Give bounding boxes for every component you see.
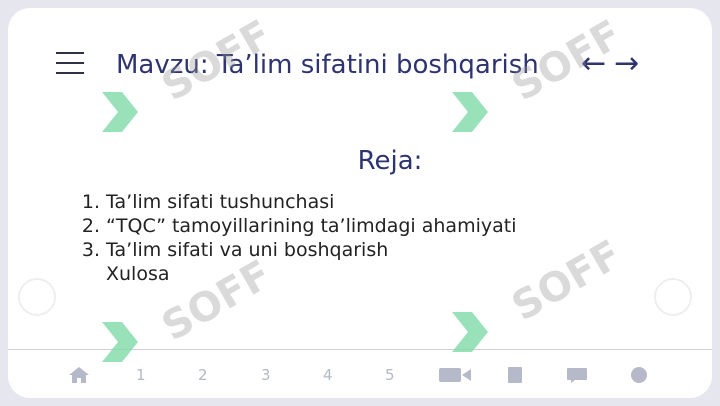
- list-item: 2. “TQC” tamoyillarining ta’limdagi aham…: [74, 214, 517, 238]
- help-icon[interactable]: [628, 366, 650, 388]
- chat-icon[interactable]: [566, 366, 588, 388]
- prev-arrow-icon[interactable]: ←: [577, 46, 610, 81]
- watermark-logo-icon: [448, 308, 492, 358]
- home-icon[interactable]: [68, 366, 90, 388]
- watermark-text: SOFF: [504, 231, 630, 331]
- list-item-number: 2.: [81, 215, 100, 237]
- nav-arrows: ← →: [577, 46, 643, 81]
- list-item-number: 1.: [81, 191, 100, 213]
- list-item: 3. Ta’lim sifati va uni boshqarish: [74, 238, 516, 262]
- page-link-5[interactable]: 5: [385, 366, 395, 384]
- page-link-1[interactable]: 1: [136, 366, 146, 384]
- page-link-2[interactable]: 2: [198, 366, 208, 384]
- plan-heading: Reja:: [357, 146, 423, 176]
- right-side-arrow-icon[interactable]: [654, 278, 692, 316]
- video-icon[interactable]: [438, 366, 472, 388]
- menu-icon[interactable]: [54, 52, 86, 78]
- watermark-logo-icon: [448, 88, 492, 138]
- list-item-text: Ta’lim sifati va uni boshqarish: [106, 239, 389, 261]
- left-side-arrow-icon[interactable]: [18, 278, 56, 316]
- document-icon[interactable]: [506, 366, 524, 388]
- plan-list: 1. Ta’lim sifati tushunchasi 2. “TQC” ta…: [74, 190, 517, 286]
- slide-title: Mavzu: Ta’lim sifatini boshqarish: [116, 50, 539, 80]
- slide-card: Mavzu: Ta’lim sifatini boshqarish ← → Rej…: [8, 8, 712, 398]
- list-item-text: “TQC” tamoyillarining ta’limdagi ahamiya…: [106, 215, 517, 237]
- page-link-3[interactable]: 3: [261, 366, 271, 384]
- conclusion-item: Xulosa: [106, 263, 170, 285]
- next-arrow-icon[interactable]: →: [610, 46, 643, 81]
- list-item-number: 3.: [81, 239, 100, 261]
- list-item: 1. Ta’lim sifati tushunchasi: [74, 190, 516, 214]
- bottom-nav: 1 2 3 4 5: [8, 360, 712, 394]
- page-link-4[interactable]: 4: [323, 366, 333, 384]
- bottom-divider: [8, 349, 712, 350]
- watermark-logo-icon: [98, 88, 142, 138]
- list-item-text: Ta’lim sifati tushunchasi: [106, 191, 335, 213]
